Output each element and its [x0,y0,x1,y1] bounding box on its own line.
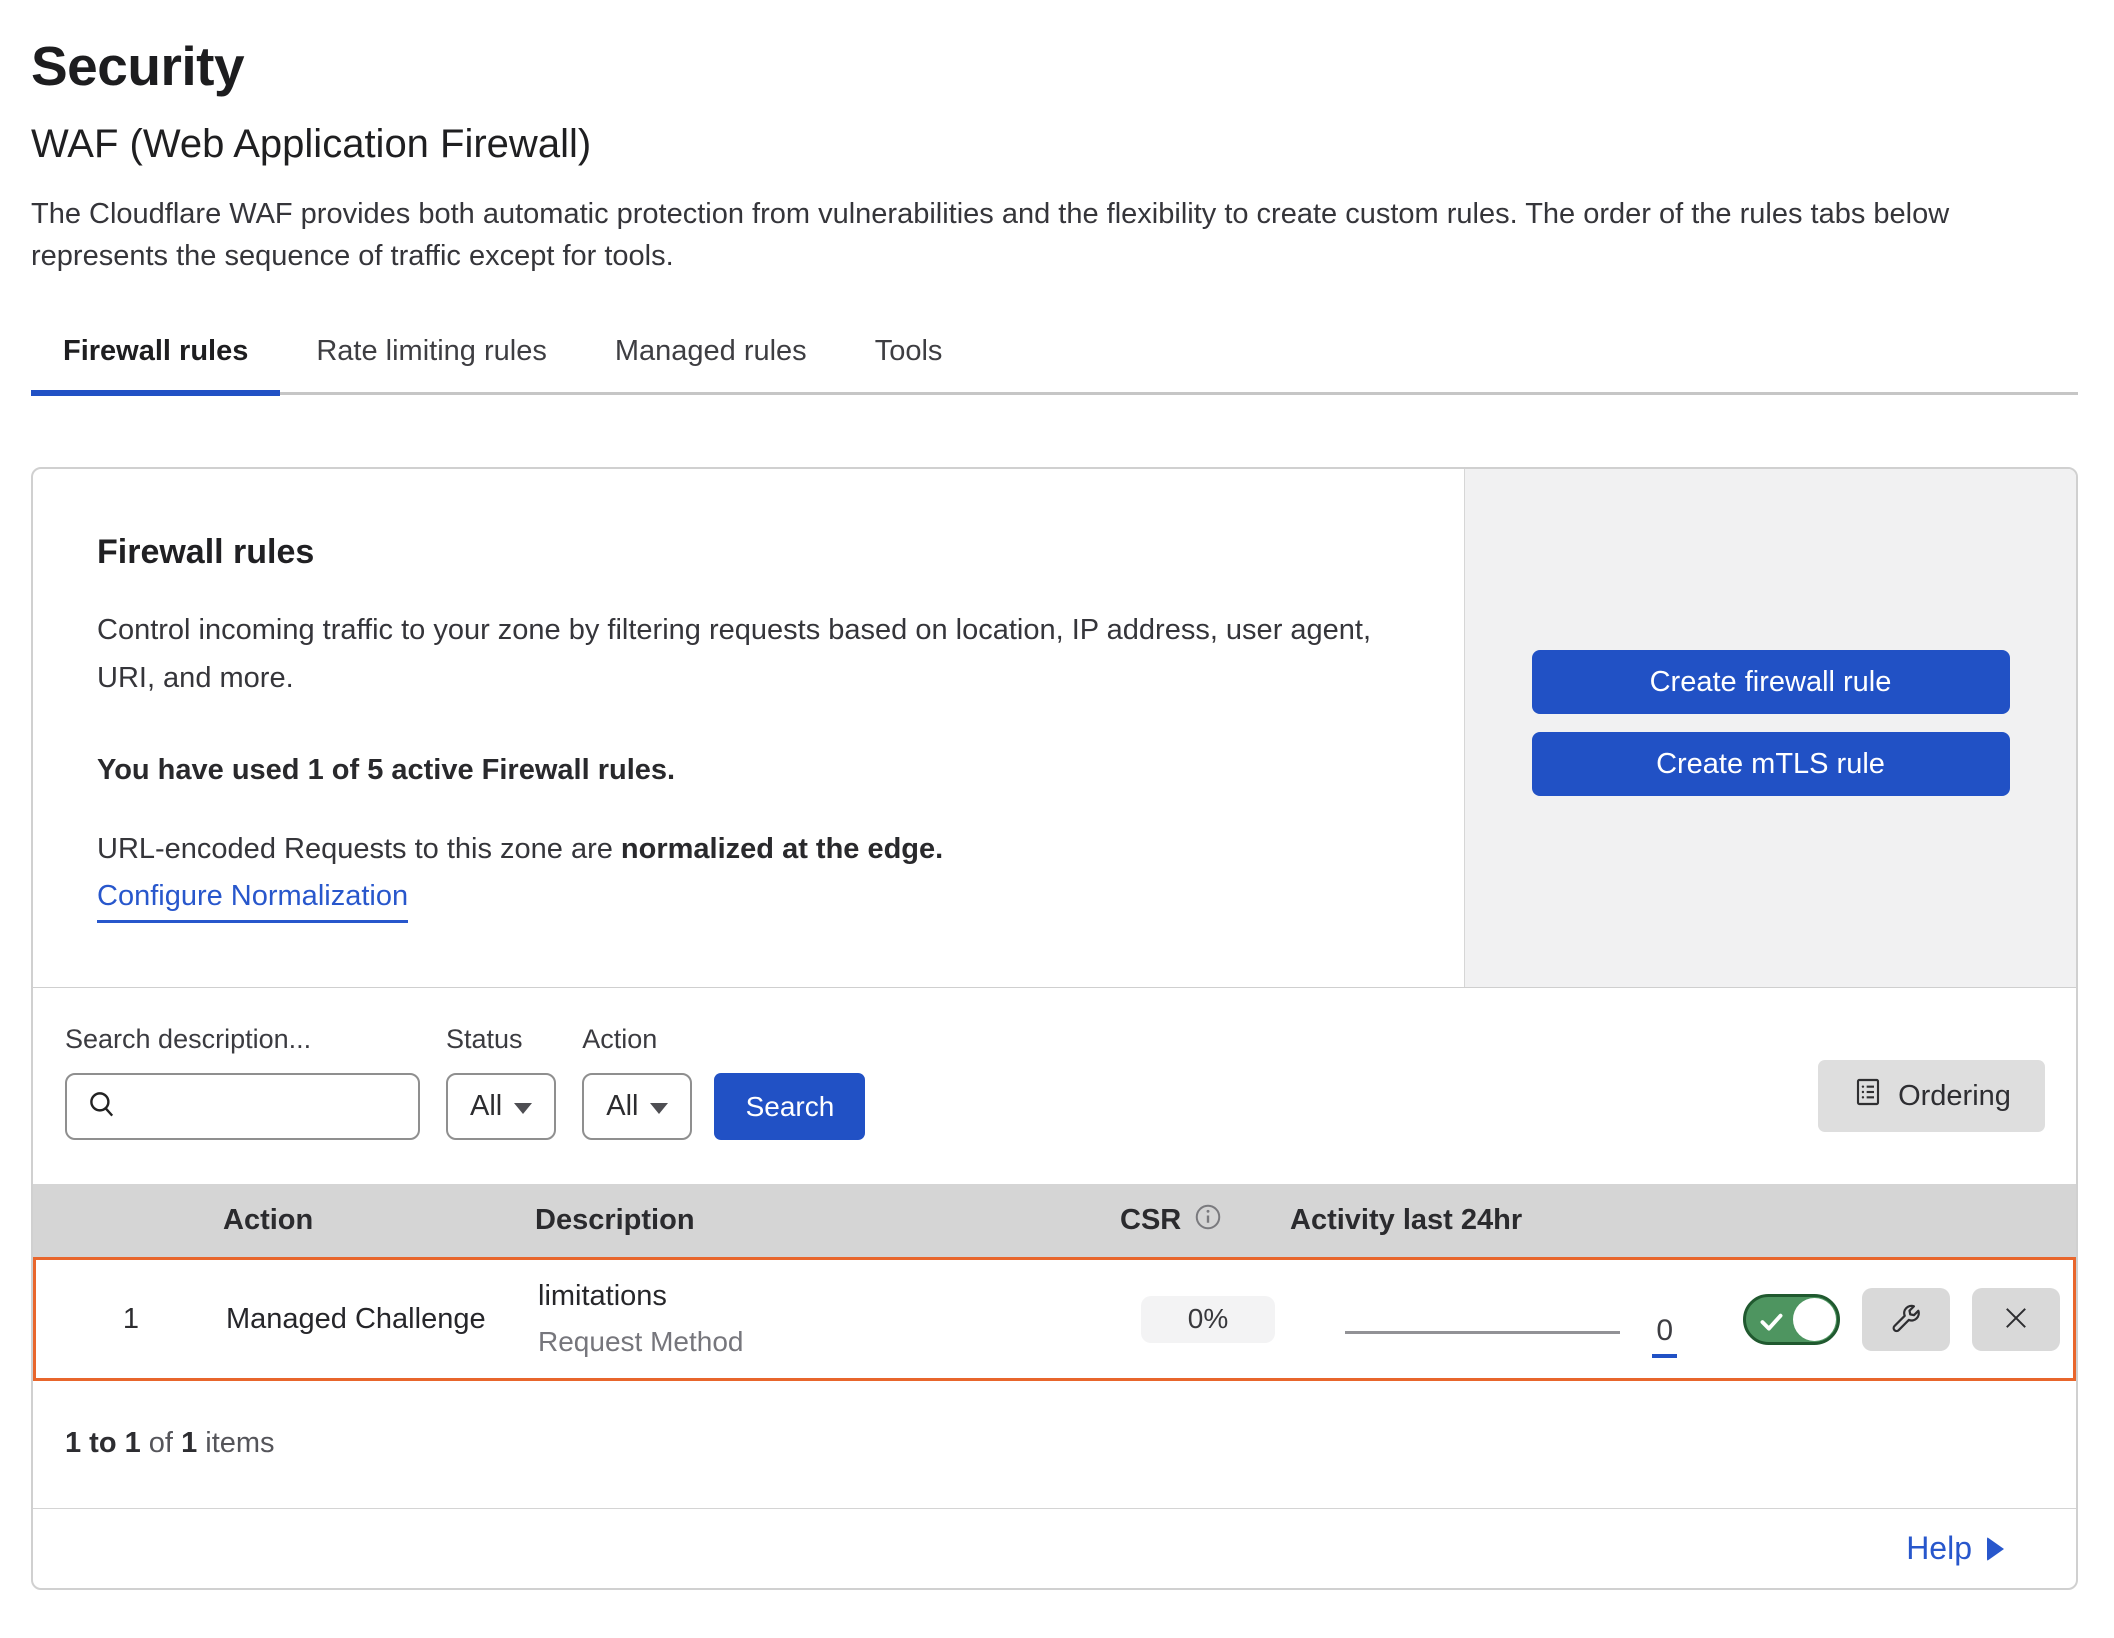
ordering-button[interactable]: Ordering [1818,1060,2045,1132]
pagination-summary: 1 to 1 of 1 items [33,1381,2076,1509]
rule-action: Managed Challenge [226,1303,538,1336]
rule-controls [1743,1288,2078,1351]
ordering-button-label: Ordering [1898,1080,2011,1113]
chevron-down-icon [514,1103,532,1114]
help-bar: Help [33,1509,2076,1588]
rule-priority: 1 [36,1303,226,1336]
activity-count-link[interactable]: 0 [1652,1314,1677,1358]
tab-tools[interactable]: Tools [843,319,975,392]
col-header-description: Description [535,1204,1120,1237]
action-label: Action [582,1024,692,1055]
usage-text: You have used 1 of 5 active Firewall rul… [97,754,1414,787]
delete-rule-button[interactable] [1972,1288,2060,1351]
chevron-down-icon [650,1103,668,1114]
wrench-icon [1888,1300,1924,1339]
action-select-value: All [606,1090,638,1123]
normalization-prefix: URL-encoded Requests to this zone are [97,833,621,865]
security-waf-page: Security WAF (Web Application Firewall) … [0,0,2114,1590]
col-header-csr: CSR [1120,1204,1181,1237]
search-icon [85,1087,119,1126]
arrow-right-icon [1987,1537,2004,1561]
activity-cell: 0 [1293,1260,1743,1378]
close-icon [1999,1301,2033,1338]
firewall-rules-card: Firewall rules Control incoming traffic … [31,467,2078,1590]
create-mtls-rule-button[interactable]: Create mTLS rule [1532,732,2010,796]
check-icon [1756,1306,1787,1342]
search-input[interactable] [131,1091,401,1123]
firewall-rules-info: Firewall rules Control incoming traffic … [33,469,1464,987]
tab-rate-limiting-rules[interactable]: Rate limiting rules [284,319,578,392]
rule-description-cell: limitations Request Method [538,1280,1123,1358]
rule-enabled-toggle[interactable] [1743,1294,1840,1345]
csr-badge: 0% [1141,1296,1275,1343]
help-link[interactable]: Help [1906,1530,2004,1567]
info-icon[interactable] [1193,1202,1223,1240]
panel-title: Firewall rules [97,533,1414,572]
actions-panel: Create firewall rule Create mTLS rule [1464,469,2076,987]
edit-rule-button[interactable] [1862,1288,1950,1351]
normalization-bold: normalized at the edge. [621,833,943,865]
rule-description: limitations [538,1280,1123,1313]
tab-firewall-rules[interactable]: Firewall rules [31,319,280,392]
page-description: The Cloudflare WAF provides both automat… [31,193,2078,277]
search-box [65,1073,420,1140]
page-subtitle: WAF (Web Application Firewall) [31,122,2078,167]
status-select[interactable]: All [446,1073,556,1140]
configure-normalization-link[interactable]: Configure Normalization [97,880,408,923]
filter-bar: Search description... Status [33,988,2076,1184]
create-firewall-rule-button[interactable]: Create firewall rule [1532,650,2010,714]
waf-tab-bar: Firewall rules Rate limiting rules Manag… [31,319,2078,395]
firewall-rules-info-section: Firewall rules Control incoming traffic … [33,469,2076,988]
activity-sparkline [1345,1331,1620,1334]
col-header-activity: Activity last 24hr [1290,1204,1740,1237]
table-row: 1 Managed Challenge limitations Request … [33,1257,2076,1381]
status-label: Status [446,1024,556,1055]
range-text: 1 to 1 [65,1427,141,1459]
action-select[interactable]: All [582,1073,692,1140]
tab-managed-rules[interactable]: Managed rules [583,319,839,392]
ordering-list-icon [1852,1076,1884,1116]
panel-description: Control incoming traffic to your zone by… [97,606,1387,702]
normalization-text: URL-encoded Requests to this zone are no… [97,833,1414,866]
total-count: 1 [181,1427,197,1459]
toggle-knob [1793,1298,1836,1341]
search-button[interactable]: Search [714,1073,865,1140]
status-select-value: All [470,1090,502,1123]
col-header-action: Action [223,1204,535,1237]
search-label: Search description... [65,1024,420,1055]
rule-expression-summary: Request Method [538,1326,1123,1358]
page-title: Security [31,34,2078,98]
help-link-label: Help [1906,1530,1972,1567]
rules-table-header: Action Description CSR Activity last 24h… [33,1184,2076,1257]
